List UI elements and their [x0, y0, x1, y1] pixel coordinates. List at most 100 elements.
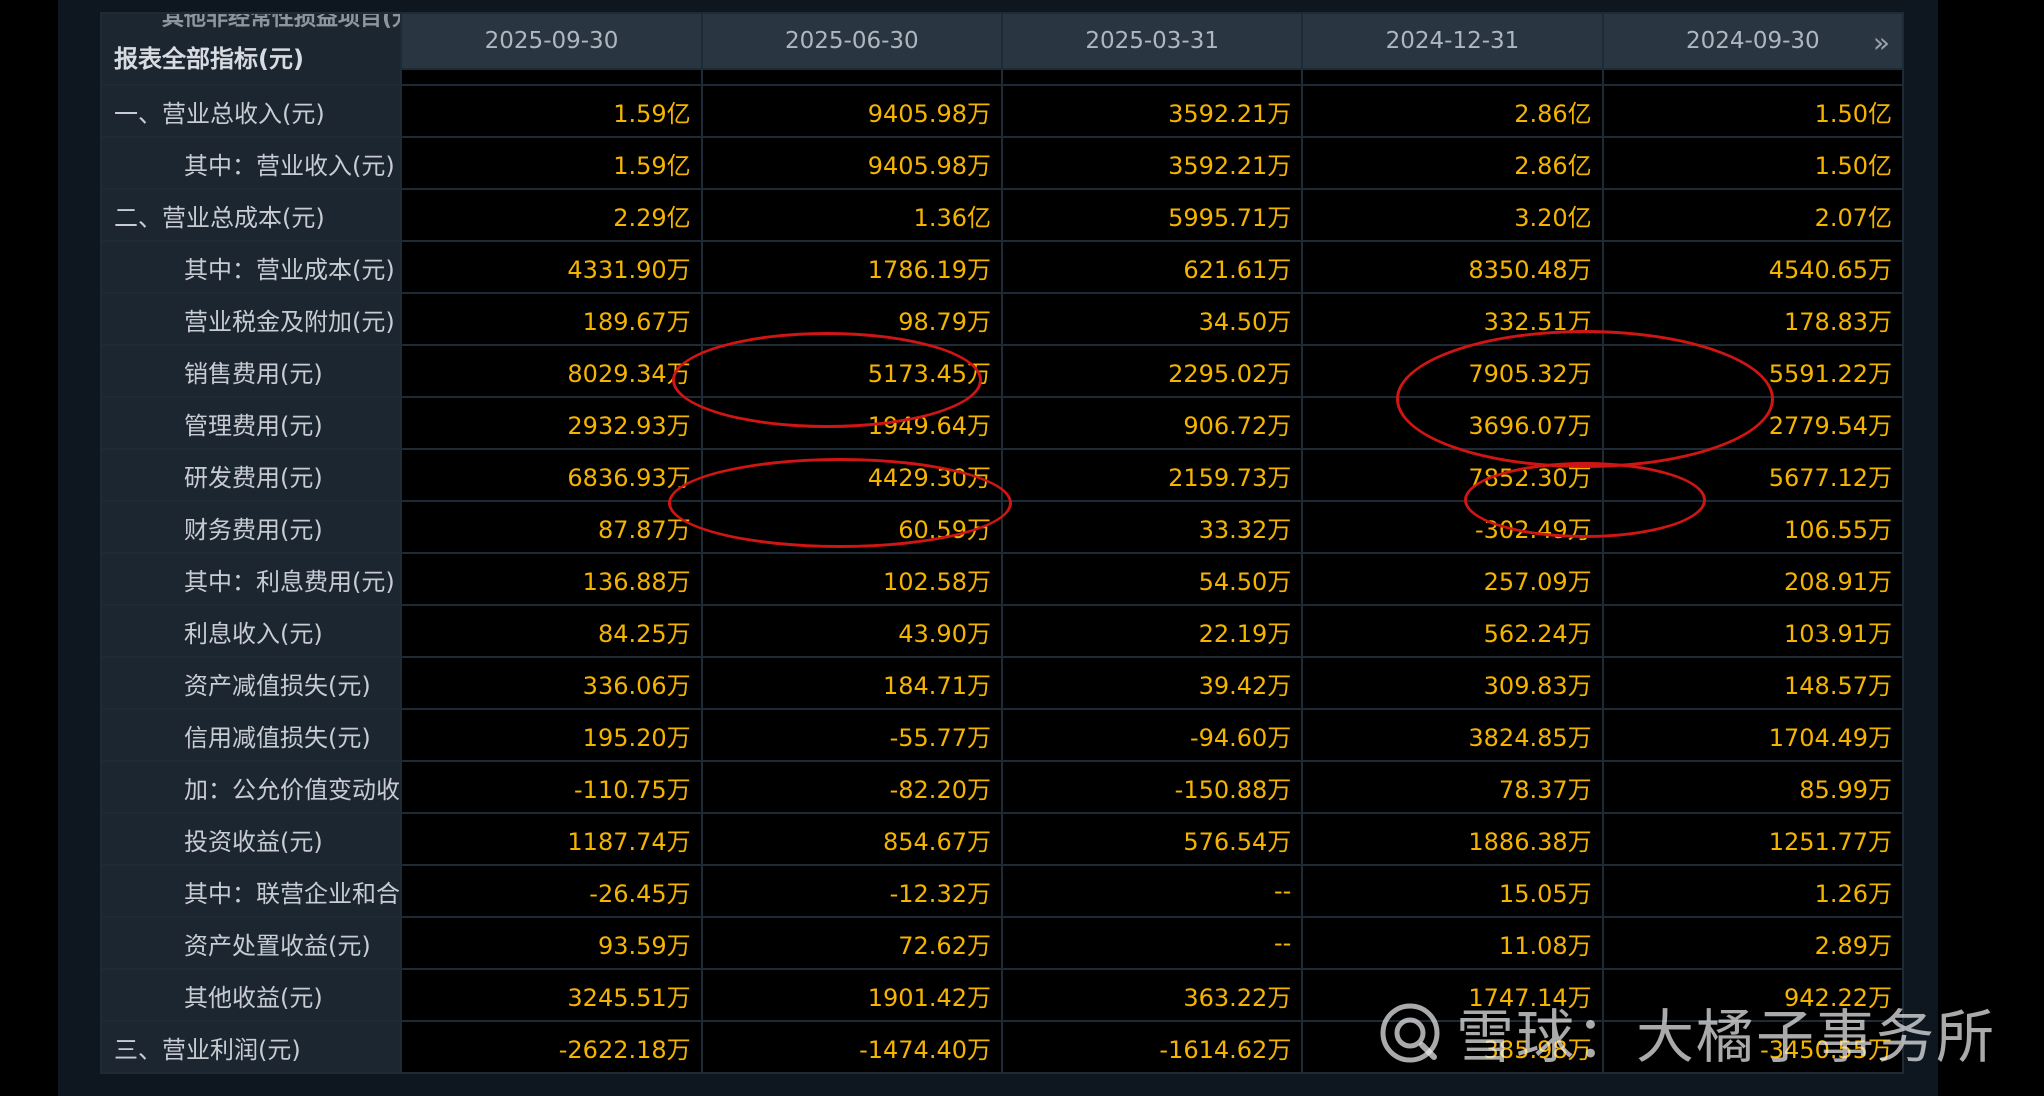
value-cell: 178.83万: [1601, 292, 1904, 346]
table-row[interactable]: 二、营业总成本(元) 2.29亿 1.36亿 5995.71万 3.20亿 2.07亿: [100, 188, 1904, 242]
column-date-header[interactable]: 2025-06-30: [700, 12, 1003, 70]
value-cell: 208.91万: [1601, 552, 1904, 606]
row-label: 其中：联营企业和合营企业的投资收益(元): [100, 864, 403, 918]
value-cell: 4331.90万: [400, 240, 703, 294]
column-date-header[interactable]: 2025-03-31: [1000, 12, 1304, 70]
row-label: 其中：利息费用(元): [100, 552, 403, 606]
row-label: 利息收入(元): [100, 604, 403, 658]
value-cell: 195.20万: [400, 708, 703, 762]
value-cell: 33.32万: [1000, 500, 1304, 554]
value-cell: 1187.74万: [400, 812, 703, 866]
table-row[interactable]: 资产减值损失(元) 336.06万 184.71万 39.42万 309.83万 148.…: [100, 656, 1904, 710]
column-date-header[interactable]: 2025-09-30: [400, 12, 703, 70]
value-cell: 3.20亿: [1301, 188, 1604, 242]
value-cell: 2779.54万: [1601, 396, 1904, 450]
snowball-logo-icon: [1380, 1003, 1440, 1063]
financial-table-container: 其他非经常性损益项目(元) 报表全部指标(元) 2025-09-30 2025-…: [100, 12, 1904, 1096]
value-cell: 1886.38万: [1301, 812, 1604, 866]
value-cell: 103.91万: [1601, 604, 1904, 658]
value-cell: 1.59亿: [400, 136, 703, 190]
table-row[interactable]: 利息收入(元) 84.25万 43.90万 22.19万 562.24万 103.91万: [100, 604, 1904, 658]
table-row[interactable]: 管理费用(元) 2932.93万 1949.64万 906.72万 3696.07万 27…: [100, 396, 1904, 450]
double-chevron-right-icon[interactable]: »: [1873, 26, 1890, 59]
table-body: 一、营业总收入(元) 1.59亿 9405.98万 3592.21万 2.86亿 1.50…: [100, 84, 1904, 1074]
table-row[interactable]: 研发费用(元) 6836.93万 4429.30万 2159.73万 7852.30万 5…: [100, 448, 1904, 502]
header-indicator-label: 其他非经常性损益项目(元) 报表全部指标(元): [100, 12, 403, 86]
row-label: 资产减值损失(元): [100, 656, 403, 710]
table-row[interactable]: 一、营业总收入(元) 1.59亿 9405.98万 3592.21万 2.86亿 1.50…: [100, 84, 1904, 138]
value-cell: 363.22万: [1000, 968, 1304, 1022]
value-cell: 2.86亿: [1301, 84, 1604, 138]
value-cell: 906.72万: [1000, 396, 1304, 450]
row-label: 一、营业总收入(元): [100, 84, 403, 138]
value-cell: 189.67万: [400, 292, 703, 346]
value-cell: 336.06万: [400, 656, 703, 710]
table-row[interactable]: 其中：利息费用(元) 136.88万 102.58万 54.50万 257.09万 208…: [100, 552, 1904, 606]
row-label: 财务费用(元): [100, 500, 403, 554]
watermark: 雪球：大橘子事务所: [1378, 990, 1996, 1074]
value-cell: 2159.73万: [1000, 448, 1304, 502]
value-cell: 2932.93万: [400, 396, 703, 450]
row-label: 投资收益(元): [100, 812, 403, 866]
value-cell: 93.59万: [400, 916, 703, 970]
value-cell: 5995.71万: [1000, 188, 1304, 242]
value-cell: -55.77万: [700, 708, 1003, 762]
table-row[interactable]: 营业税金及附加(元) 189.67万 98.79万 34.50万 332.51万 178.…: [100, 292, 1904, 346]
value-cell: 1786.19万: [700, 240, 1003, 294]
table-row[interactable]: 销售费用(元) 8029.34万 5173.45万 2295.02万 7905.32万 5…: [100, 344, 1904, 398]
value-cell: 1.26万: [1601, 864, 1904, 918]
value-cell: 3696.07万: [1301, 396, 1604, 450]
value-cell: -1474.40万: [700, 1020, 1003, 1074]
value-cell: 7905.32万: [1301, 344, 1604, 398]
value-cell: 5173.45万: [700, 344, 1003, 398]
row-label: 信用减值损失(元): [100, 708, 403, 762]
value-cell: 2.29亿: [400, 188, 703, 242]
value-cell: 1704.49万: [1601, 708, 1904, 762]
value-cell: -94.60万: [1000, 708, 1304, 762]
value-cell: -82.20万: [700, 760, 1003, 814]
value-cell: 5591.22万: [1601, 344, 1904, 398]
value-cell: 1901.42万: [700, 968, 1003, 1022]
table-row[interactable]: 信用减值损失(元) 195.20万 -55.77万 -94.60万 3824.85万 17…: [100, 708, 1904, 762]
value-cell: 106.55万: [1601, 500, 1904, 554]
row-label: 二、营业总成本(元): [100, 188, 403, 242]
value-cell: 854.67万: [700, 812, 1003, 866]
income-statement-table: 其他非经常性损益项目(元) 报表全部指标(元) 2025-09-30 2025-…: [100, 12, 1904, 1074]
value-cell: 84.25万: [400, 604, 703, 658]
value-cell: 8029.34万: [400, 344, 703, 398]
value-cell: -110.75万: [400, 760, 703, 814]
value-cell: 54.50万: [1000, 552, 1304, 606]
value-cell: 2.07亿: [1601, 188, 1904, 242]
value-cell: 3592.21万: [1000, 136, 1304, 190]
row-label: 销售费用(元): [100, 344, 403, 398]
value-cell: 257.09万: [1301, 552, 1604, 606]
value-cell: 148.57万: [1601, 656, 1904, 710]
value-cell: 3245.51万: [400, 968, 703, 1022]
value-cell: 43.90万: [700, 604, 1003, 658]
value-cell: 78.37万: [1301, 760, 1604, 814]
value-cell: 621.61万: [1000, 240, 1304, 294]
row-label: 管理费用(元): [100, 396, 403, 450]
value-cell: 8350.48万: [1301, 240, 1604, 294]
table-row[interactable]: 资产处置收益(元) 93.59万 72.62万 -- 11.08万 2.89万: [100, 916, 1904, 970]
table-row[interactable]: 加：公允价值变动收益(元)-110.75万-82.20万-150.88万78.3…: [100, 760, 1904, 814]
column-date-header[interactable]: 2024-09-30 »: [1601, 12, 1904, 70]
value-cell: 9405.98万: [700, 136, 1003, 190]
value-cell: 576.54万: [1000, 812, 1304, 866]
value-cell: 2.86亿: [1301, 136, 1604, 190]
table-row[interactable]: 财务费用(元) 87.87万 60.59万 33.32万 -302.49万 106.55万: [100, 500, 1904, 554]
column-date-header[interactable]: 2024-12-31: [1301, 12, 1604, 70]
value-cell: 85.99万: [1601, 760, 1904, 814]
value-cell: 1949.64万: [700, 396, 1003, 450]
value-cell: 11.08万: [1301, 916, 1604, 970]
table-row[interactable]: 其中：营业收入(元) 1.59亿 9405.98万 3592.21万 2.86亿 1.50…: [100, 136, 1904, 190]
value-cell: 1.50亿: [1601, 136, 1904, 190]
row-label: 资产处置收益(元): [100, 916, 403, 970]
row-label: 营业税金及附加(元): [100, 292, 403, 346]
value-cell: 309.83万: [1301, 656, 1604, 710]
value-cell: 98.79万: [700, 292, 1003, 346]
table-row[interactable]: 投资收益(元) 1187.74万 854.67万 576.54万 1886.38万 125…: [100, 812, 1904, 866]
value-cell: 7852.30万: [1301, 448, 1604, 502]
table-row[interactable]: 其中：联营企业和合营企业的投资收益(元)-26.45万-12.32万--15.0…: [100, 864, 1904, 918]
table-row[interactable]: 其中：营业成本(元) 4331.90万 1786.19万 621.61万 8350.48…: [100, 240, 1904, 294]
